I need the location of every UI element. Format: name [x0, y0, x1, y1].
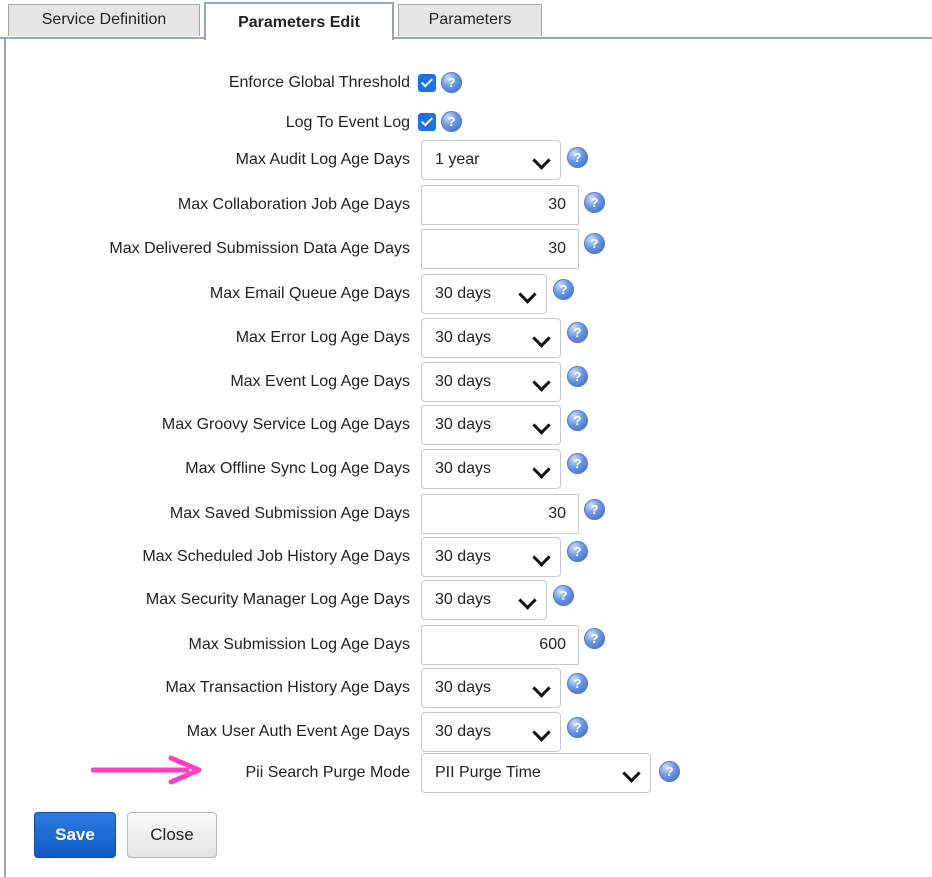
param-row: Max Audit Log Age Days: [0, 140, 410, 180]
param-row: Max Event Log Age Days: [0, 362, 410, 402]
select-value: 30 days: [435, 679, 492, 696]
log-to-event-log-checkbox[interactable]: [418, 113, 436, 131]
param-row: Max Submission Log Age Days: [0, 625, 410, 665]
param-row: Max User Auth Event Age Days: [0, 712, 410, 752]
param-label: Max Audit Log Age Days: [235, 151, 410, 168]
tab-parameters[interactable]: Parameters: [398, 4, 542, 36]
select-value: 30 days: [435, 591, 492, 608]
max-collaboration-job-age-input[interactable]: 30: [421, 185, 579, 225]
max-scheduled-job-history-age-select[interactable]: 30 days: [421, 537, 561, 577]
param-label: Max Delivered Submission Data Age Days: [109, 240, 410, 257]
chevron-down-icon: [532, 151, 551, 170]
max-event-log-age-select[interactable]: 30 days: [421, 362, 561, 402]
max-transaction-history-age-select[interactable]: 30 days: [421, 668, 561, 708]
help-icon[interactable]: ?: [659, 761, 680, 782]
param-row: Max Security Manager Log Age Days: [0, 580, 410, 620]
chevron-down-icon: [532, 679, 551, 698]
param-label: Max Collaboration Job Age Days: [177, 196, 410, 213]
pii-search-purge-mode-select[interactable]: PII Purge Time: [421, 753, 651, 793]
help-icon[interactable]: ?: [567, 541, 588, 562]
param-label: Max Transaction History Age Days: [165, 679, 410, 696]
help-icon[interactable]: ?: [584, 628, 605, 649]
help-icon[interactable]: ?: [567, 147, 588, 168]
param-label: Enforce Global Threshold: [228, 74, 410, 91]
param-label: Max User Auth Event Age Days: [186, 723, 410, 740]
chevron-down-icon: [532, 416, 551, 435]
select-value: 30 days: [435, 460, 492, 477]
param-row: Max Delivered Submission Data Age Days: [0, 229, 410, 269]
max-groovy-service-log-age-select[interactable]: 30 days: [421, 405, 561, 445]
max-delivered-submission-data-age-input[interactable]: 30: [421, 229, 579, 269]
param-row: Max Error Log Age Days: [0, 318, 410, 358]
help-icon[interactable]: ?: [567, 453, 588, 474]
param-label: Max Security Manager Log Age Days: [145, 591, 410, 608]
max-audit-log-age-select[interactable]: 1 year: [421, 140, 561, 180]
param-label: Max Saved Submission Age Days: [169, 505, 410, 522]
help-icon[interactable]: ?: [567, 366, 588, 387]
chevron-down-icon: [532, 329, 551, 348]
param-row: Max Transaction History Age Days: [0, 668, 410, 708]
tab-bar: Service Definition Parameters Edit Param…: [0, 0, 932, 40]
param-row: Max Scheduled Job History Age Days: [0, 537, 410, 577]
select-value: 30 days: [435, 548, 492, 565]
select-value: 30 days: [435, 373, 492, 390]
param-label: Max Error Log Age Days: [235, 329, 410, 346]
param-row: Enforce Global Threshold: [0, 63, 410, 103]
help-icon[interactable]: ?: [567, 322, 588, 343]
help-icon[interactable]: ?: [441, 111, 462, 132]
param-label: Max Scheduled Job History Age Days: [142, 548, 410, 565]
help-icon[interactable]: ?: [553, 279, 574, 300]
param-row: Max Email Queue Age Days: [0, 274, 410, 314]
chevron-down-icon: [532, 723, 551, 742]
param-row: Max Saved Submission Age Days: [0, 494, 410, 534]
max-saved-submission-age-input[interactable]: 30: [421, 494, 579, 534]
param-label: Max Submission Log Age Days: [188, 636, 410, 653]
param-row: Max Groovy Service Log Age Days: [0, 405, 410, 445]
param-label: Max Offline Sync Log Age Days: [185, 460, 410, 477]
chevron-down-icon: [532, 373, 551, 392]
param-label: Pii Search Purge Mode: [245, 764, 410, 781]
param-label: Max Groovy Service Log Age Days: [161, 416, 410, 433]
select-value: PII Purge Time: [435, 764, 541, 781]
chevron-down-icon: [518, 591, 537, 610]
select-value: 30 days: [435, 416, 492, 433]
max-email-queue-age-select[interactable]: 30 days: [421, 274, 547, 314]
param-row: Max Offline Sync Log Age Days: [0, 449, 410, 489]
help-icon[interactable]: ?: [567, 673, 588, 694]
help-icon[interactable]: ?: [584, 499, 605, 520]
max-security-manager-log-age-select[interactable]: 30 days: [421, 580, 547, 620]
chevron-down-icon: [622, 764, 641, 783]
param-label: Max Email Queue Age Days: [209, 285, 410, 302]
param-label: Max Event Log Age Days: [230, 373, 410, 390]
select-value: 30 days: [435, 329, 492, 346]
close-button[interactable]: Close: [127, 812, 217, 858]
param-row: Log To Event Log: [0, 103, 410, 143]
max-offline-sync-log-age-select[interactable]: 30 days: [421, 449, 561, 489]
help-icon[interactable]: ?: [584, 233, 605, 254]
max-error-log-age-select[interactable]: 30 days: [421, 318, 561, 358]
select-value: 30 days: [435, 285, 492, 302]
param-row: Max Collaboration Job Age Days: [0, 185, 410, 225]
param-label: Log To Event Log: [285, 114, 410, 131]
tab-service-definition[interactable]: Service Definition: [8, 4, 200, 36]
chevron-down-icon: [532, 460, 551, 479]
save-button[interactable]: Save: [34, 812, 116, 858]
help-icon[interactable]: ?: [567, 410, 588, 431]
help-icon[interactable]: ?: [441, 72, 462, 93]
select-value: 1 year: [435, 151, 480, 168]
help-icon[interactable]: ?: [553, 585, 574, 606]
max-user-auth-event-age-select[interactable]: 30 days: [421, 712, 561, 752]
select-value: 30 days: [435, 723, 492, 740]
annotation-arrow-icon: [91, 755, 202, 785]
enforce-global-threshold-checkbox[interactable]: [418, 74, 436, 92]
chevron-down-icon: [518, 285, 537, 304]
max-submission-log-age-input[interactable]: 600: [421, 625, 579, 665]
help-icon[interactable]: ?: [567, 717, 588, 738]
help-icon[interactable]: ?: [584, 192, 605, 213]
chevron-down-icon: [532, 548, 551, 567]
tab-parameters-edit[interactable]: Parameters Edit: [204, 2, 394, 40]
